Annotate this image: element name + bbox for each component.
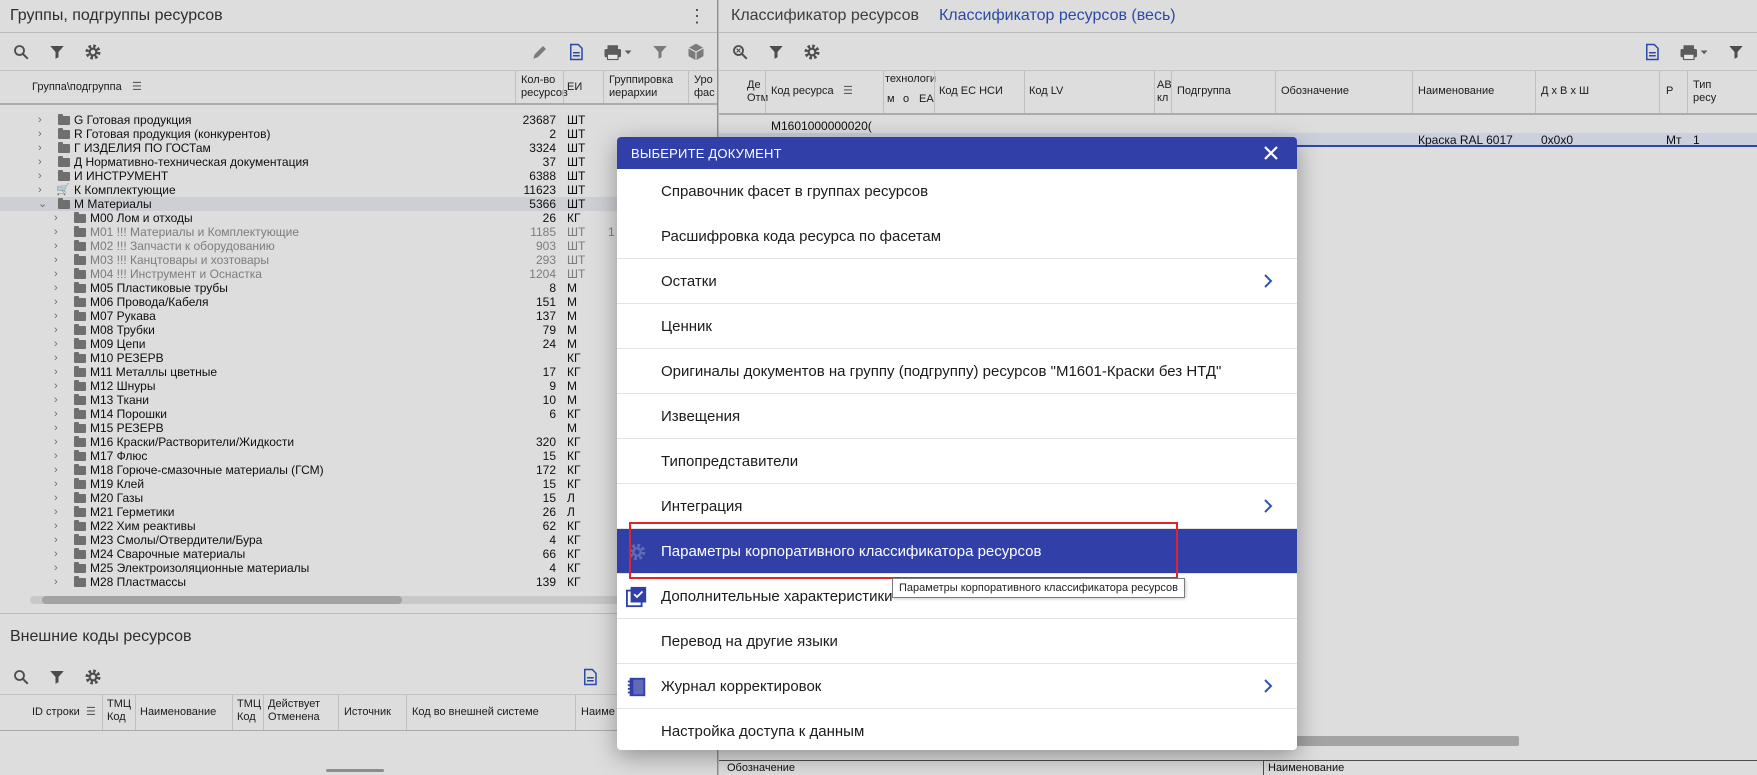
menu-item-label: Справочник фасет в группах ресурсов: [661, 183, 929, 200]
menu-item-type-representatives[interactable]: Типопредставители: [617, 439, 1297, 484]
menu-item-notices[interactable]: Извещения: [617, 394, 1297, 439]
menu-item-code-decoding[interactable]: Расшифровка кода ресурса по фасетам: [617, 214, 1297, 259]
menu-item-label: Параметры корпоративного классификатора …: [661, 542, 1042, 560]
tooltip: Параметры корпоративного классификатора …: [892, 578, 1185, 598]
select-document-dialog: ВЫБЕРИТЕ ДОКУМЕНТ Справочник фасет в гру…: [617, 137, 1297, 750]
menu-item-classifier-parameters[interactable]: Параметры корпоративного классификатора …: [617, 529, 1297, 574]
chevron-right-icon: [1259, 677, 1277, 695]
menu-item-label: Интеграция: [661, 497, 743, 515]
menu-item-label: Остатки: [661, 272, 717, 290]
menu-item-label: Типопредставители: [661, 452, 799, 470]
chevron-right-icon: [1259, 497, 1277, 515]
menu-item-integration[interactable]: Интеграция: [617, 484, 1297, 529]
menu-item-label: Извещения: [661, 407, 741, 425]
gear-icon: [626, 541, 648, 563]
menu-item-label: Перевод на другие языки: [661, 632, 838, 650]
journal-icon: [626, 676, 648, 698]
dialog-title: ВЫБЕРИТЕ ДОКУМЕНТ: [631, 145, 782, 161]
menu-item-original-documents[interactable]: Оригиналы документов на группу (подгрупп…: [617, 349, 1297, 394]
dialog-header: ВЫБЕРИТЕ ДОКУМЕНТ: [617, 137, 1297, 169]
menu-item-label: Настройка доступа к данным: [661, 723, 865, 740]
chevron-right-icon: [1259, 272, 1277, 290]
menu-item-label: Журнал корректировок: [661, 677, 822, 695]
menu-item-data-access[interactable]: Настройка доступа к данным: [617, 709, 1297, 754]
menu-item-label: Дополнительные характеристики: [661, 587, 893, 605]
checklist-icon: [626, 586, 648, 608]
menu-item-label: Ценник: [661, 317, 712, 335]
menu-item-translation[interactable]: Перевод на другие языки: [617, 619, 1297, 664]
close-icon[interactable]: [1259, 141, 1283, 165]
menu-item-label: Оригиналы документов на группу (подгрупп…: [661, 362, 1222, 380]
menu-item-label: Расшифровка кода ресурса по фасетам: [661, 227, 942, 245]
menu-item-facet-reference[interactable]: Справочник фасет в группах ресурсов: [617, 169, 1297, 214]
menu-item-price-tag[interactable]: Ценник: [617, 304, 1297, 349]
menu-item-correction-log[interactable]: Журнал корректировок: [617, 664, 1297, 709]
menu-item-balances[interactable]: Остатки: [617, 259, 1297, 304]
